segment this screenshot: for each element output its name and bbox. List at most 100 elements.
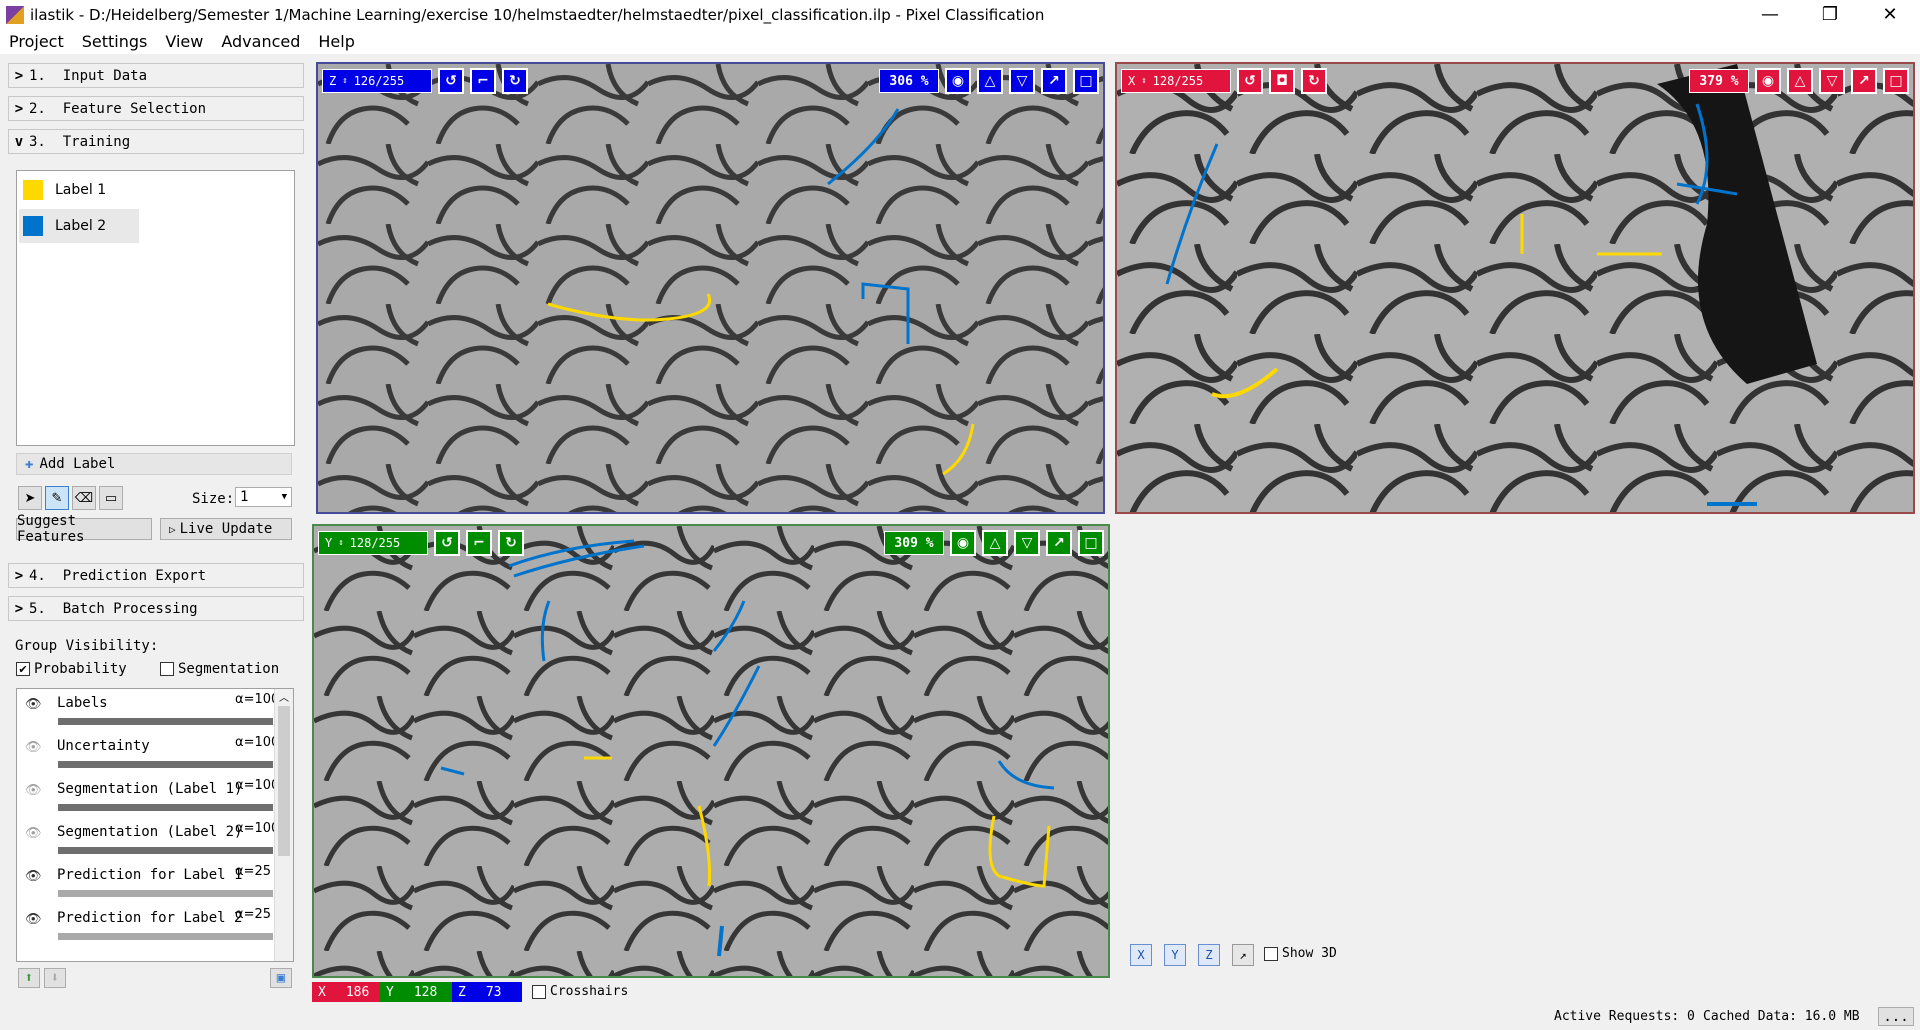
probability-checkbox[interactable]: ✔ Probability	[16, 661, 127, 677]
eye-closed-icon[interactable]: 👁	[25, 783, 42, 798]
minimize-button[interactable]: —	[1740, 0, 1800, 29]
swap-axes-button[interactable]: ⌐	[470, 68, 496, 94]
applet-prediction-export[interactable]: > 4. Prediction Export	[8, 563, 304, 588]
eye-icon[interactable]: 👁	[25, 869, 42, 884]
layer-preview-bar	[58, 890, 273, 897]
scrollbar-thumb[interactable]	[278, 706, 290, 856]
label-color-swatch[interactable]	[23, 216, 43, 236]
applet-label: 4. Prediction Export	[29, 567, 207, 584]
cache-details-button[interactable]: ...	[1878, 1007, 1914, 1026]
chevron-right-icon: >	[14, 600, 24, 617]
arrow-diagonal-icon: ↗	[1239, 948, 1247, 962]
add-label-button[interactable]: ✚ Add Label	[16, 453, 292, 475]
layer-name: Prediction for Label 1	[57, 867, 243, 883]
move-layer-up-button[interactable]: ⬆	[18, 968, 40, 988]
zoom-level[interactable]: 309 %	[884, 531, 944, 555]
chevron-up-icon[interactable]: ︿	[275, 689, 293, 704]
brush-size-select[interactable]: 1 ▼	[235, 487, 292, 507]
segmentation-checkbox[interactable]: Segmentation	[160, 661, 279, 677]
slice-down-button[interactable]: ▽	[1009, 68, 1035, 94]
layer-prediction-label-2[interactable]: 👁 Prediction for Label 2 α=25	[17, 904, 275, 947]
brush-tool-button[interactable]: ✎	[45, 486, 69, 510]
probability-label: Probability	[34, 661, 127, 677]
rotate-right-button[interactable]: ↻	[1301, 68, 1327, 94]
swap-axes-button[interactable]: ◘	[1269, 68, 1295, 94]
rotate-right-button[interactable]: ↻	[498, 530, 524, 556]
menu-help[interactable]: Help	[309, 32, 363, 51]
layer-list-scrollbar[interactable]: ︿	[274, 689, 293, 961]
x-coordinate-box[interactable]: X 186	[312, 982, 380, 1002]
layer-name: Prediction for Label 2	[57, 910, 243, 926]
applet-input-data[interactable]: > 1. Input Data	[8, 63, 304, 88]
checkbox-unchecked-icon	[532, 984, 546, 999]
close-button[interactable]: ✕	[1860, 0, 1920, 29]
eye-closed-icon[interactable]: 👁	[25, 826, 42, 841]
layer-prediction-label-1[interactable]: 👁 Prediction for Label 1 α=25	[17, 861, 275, 904]
y-slice-spinbox[interactable]: Y ⇕ 128/255	[318, 531, 428, 555]
label-item-1[interactable]: Label 1	[19, 173, 139, 207]
toggle-x-slice-button[interactable]: X	[1130, 944, 1152, 966]
maximize-view-button[interactable]: ↗	[1041, 68, 1067, 94]
z-slice-spinbox[interactable]: Z ⇕ 126/255	[322, 69, 432, 93]
screenshot-button[interactable]: ◉	[1755, 68, 1781, 94]
screenshot-button[interactable]: ◉	[945, 68, 971, 94]
live-update-button[interactable]: ▷ Live Update	[160, 518, 292, 540]
label-item-2[interactable]: Label 2	[19, 209, 139, 243]
toggle-y-slice-button[interactable]: Y	[1164, 944, 1186, 966]
layer-segmentation-label-2[interactable]: 👁 Segmentation (Label 2) α=100	[17, 818, 275, 861]
viewer-y-slice[interactable]: Y ⇕ 128/255 ↺ ⌐ ↻ 309 % ◉ △ ▽ ↗ □	[312, 524, 1110, 978]
applet-feature-selection[interactable]: > 2. Feature Selection	[8, 96, 304, 121]
zoom-level[interactable]: 306 %	[879, 69, 939, 93]
show-3d-checkbox[interactable]: Show 3D	[1264, 946, 1337, 961]
maximize-3d-button[interactable]: ↗	[1232, 944, 1254, 966]
z-coordinate-box[interactable]: Z 73	[452, 982, 522, 1002]
applet-batch-processing[interactable]: > 5. Batch Processing	[8, 596, 304, 621]
slice-up-button[interactable]: △	[977, 68, 1003, 94]
screenshot-button[interactable]: ◉	[950, 530, 976, 556]
layer-segmentation-label-1[interactable]: 👁 Segmentation (Label 1) α=100	[17, 775, 275, 818]
triangle-down-icon: ▽	[1826, 73, 1838, 89]
slice-down-button[interactable]: ▽	[1014, 530, 1040, 556]
zoom-level[interactable]: 379 %	[1689, 69, 1749, 93]
rotate-right-button[interactable]: ↻	[502, 68, 528, 94]
viewer-z-slice[interactable]: Z ⇕ 126/255 ↺ ⌐ ↻ 306 % ◉ △ ▽ ↗ □	[316, 62, 1105, 514]
eye-icon[interactable]: 👁	[25, 912, 42, 927]
crosshairs-checkbox[interactable]: Crosshairs	[532, 984, 628, 999]
eraser-tool-button[interactable]: ⌫	[72, 486, 96, 510]
suggest-features-button[interactable]: Suggest Features	[16, 513, 152, 545]
rotate-left-button[interactable]: ↺	[434, 530, 460, 556]
rotate-left-button[interactable]: ↺	[1237, 68, 1263, 94]
arrow-diagonal-icon: ↗	[1858, 73, 1870, 89]
eye-closed-icon[interactable]: 👁	[25, 740, 42, 755]
maximize-view-button[interactable]: ↗	[1046, 530, 1072, 556]
y-coordinate-box[interactable]: Y 128	[380, 982, 452, 1002]
navigation-tool-button[interactable]: ➤	[18, 486, 42, 510]
swap-axes-button[interactable]: ⌐	[466, 530, 492, 556]
label-color-swatch[interactable]	[23, 180, 43, 200]
menu-view[interactable]: View	[156, 32, 212, 51]
move-layer-down-button[interactable]: ⬇	[44, 968, 66, 988]
toggle-z-slice-button[interactable]: Z	[1198, 944, 1220, 966]
add-label-text: Add Label	[39, 456, 116, 472]
fit-view-button[interactable]: □	[1073, 68, 1099, 94]
slice-up-button[interactable]: △	[1787, 68, 1813, 94]
layer-uncertainty[interactable]: 👁 Uncertainty α=100	[17, 732, 275, 775]
menu-advanced[interactable]: Advanced	[212, 32, 309, 51]
layer-labels[interactable]: 👁 Labels α=100	[17, 689, 275, 732]
fit-view-button[interactable]: □	[1078, 530, 1104, 556]
slice-down-button[interactable]: ▽	[1819, 68, 1845, 94]
slice-up-button[interactable]: △	[982, 530, 1008, 556]
box-tool-button[interactable]: ▭	[99, 486, 123, 510]
menu-settings[interactable]: Settings	[73, 32, 157, 51]
menu-project[interactable]: Project	[0, 32, 73, 51]
eye-icon[interactable]: 👁	[25, 697, 42, 712]
viewer-x-slice[interactable]: X ⇕ 128/255 ↺ ◘ ↻ 379 % ◉ △ ▽ ↗ □	[1115, 62, 1915, 514]
fit-view-button[interactable]: □	[1883, 68, 1909, 94]
applet-training[interactable]: v 3. Training	[8, 129, 304, 154]
maximize-button[interactable]: ❐	[1800, 0, 1860, 29]
rotate-left-button[interactable]: ↺	[438, 68, 464, 94]
maximize-view-button[interactable]: ↗	[1851, 68, 1877, 94]
layer-options-button[interactable]: ▣	[270, 968, 292, 988]
x-slice-spinbox[interactable]: X ⇕ 128/255	[1121, 69, 1231, 93]
stepper-icon: ⇕	[338, 538, 344, 548]
